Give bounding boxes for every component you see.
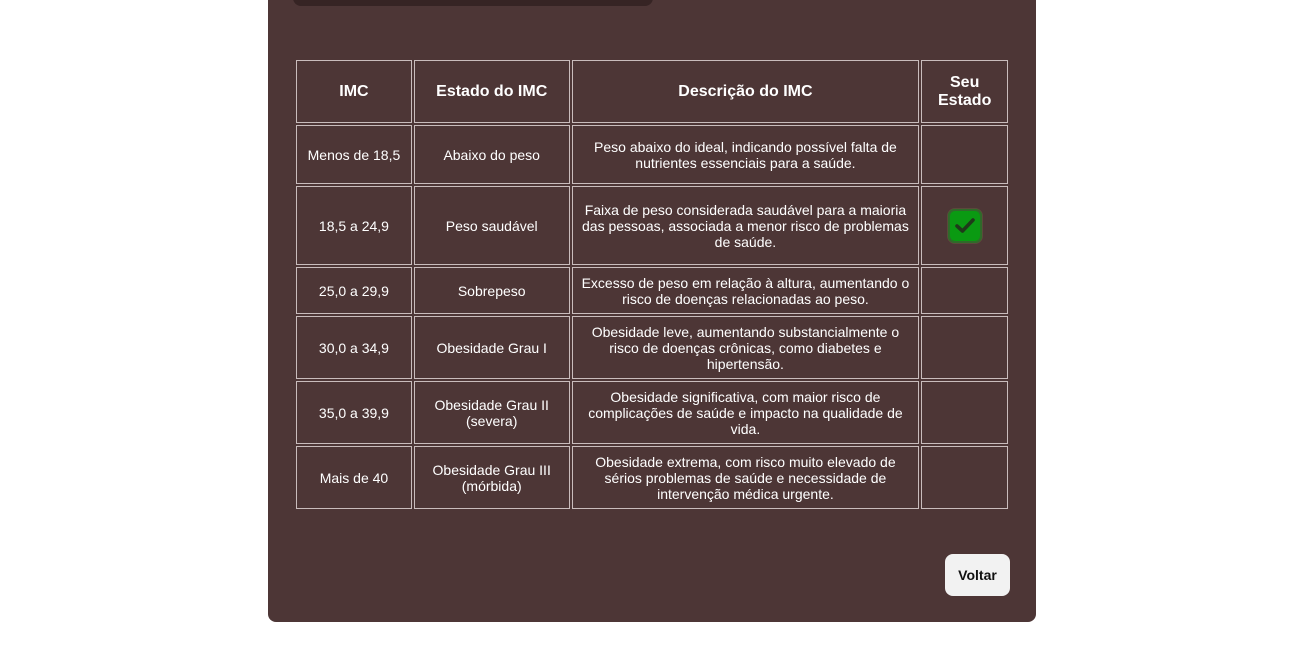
table-row: Mais de 40 Obesidade Grau III (mórbida) …: [296, 446, 1008, 509]
header-seu-estado: Seu Estado: [921, 60, 1008, 123]
cell-estado: Obesidade Grau II (severa): [413, 381, 570, 444]
cell-seu-estado: [921, 316, 1008, 379]
cell-imc: 18,5 a 24,9: [296, 186, 412, 265]
cell-estado: Obesidade Grau I: [413, 316, 570, 379]
table-row: 30,0 a 34,9 Obesidade Grau I Obesidade l…: [296, 316, 1008, 379]
cell-estado: Obesidade Grau III (mórbida): [413, 446, 570, 509]
cell-imc: 30,0 a 34,9: [296, 316, 412, 379]
cell-descricao: Faixa de peso considerada saudável para …: [571, 186, 920, 265]
cell-descricao: Peso abaixo do ideal, indicando possível…: [571, 125, 920, 184]
back-button[interactable]: Voltar: [945, 554, 1010, 596]
header-imc: IMC: [296, 60, 412, 123]
cell-descricao: Obesidade extrema, com risco muito eleva…: [571, 446, 920, 509]
imc-table: IMC Estado do IMC Descrição do IMC Seu E…: [294, 58, 1010, 511]
cell-imc: 35,0 a 39,9: [296, 381, 412, 444]
table-row: 25,0 a 29,9 Sobrepeso Excesso de peso em…: [296, 267, 1008, 314]
cell-estado: Peso saudável: [413, 186, 570, 265]
table-row: 35,0 a 39,9 Obesidade Grau II (severa) O…: [296, 381, 1008, 444]
cell-imc: Mais de 40: [296, 446, 412, 509]
cell-seu-estado: [921, 267, 1008, 314]
top-bar: [293, 0, 653, 6]
table-row: 18,5 a 24,9 Peso saudável Faixa de peso …: [296, 186, 1008, 265]
header-estado: Estado do IMC: [413, 60, 570, 123]
table-row: Menos de 18,5 Abaixo do peso Peso abaixo…: [296, 125, 1008, 184]
cell-seu-estado: [921, 446, 1008, 509]
cell-imc: Menos de 18,5: [296, 125, 412, 184]
cell-imc: 25,0 a 29,9: [296, 267, 412, 314]
cell-descricao: Obesidade significativa, com maior risco…: [571, 381, 920, 444]
table-header-row: IMC Estado do IMC Descrição do IMC Seu E…: [296, 60, 1008, 123]
cell-estado: Sobrepeso: [413, 267, 570, 314]
cell-seu-estado: [921, 381, 1008, 444]
header-descricao: Descrição do IMC: [571, 60, 920, 123]
cell-descricao: Obesidade leve, aumentando substancialme…: [571, 316, 920, 379]
cell-seu-estado: [921, 125, 1008, 184]
cell-descricao: Excesso de peso em relação à altura, aum…: [571, 267, 920, 314]
cell-estado: Abaixo do peso: [413, 125, 570, 184]
cell-seu-estado: [921, 186, 1008, 265]
check-icon: [947, 208, 982, 243]
